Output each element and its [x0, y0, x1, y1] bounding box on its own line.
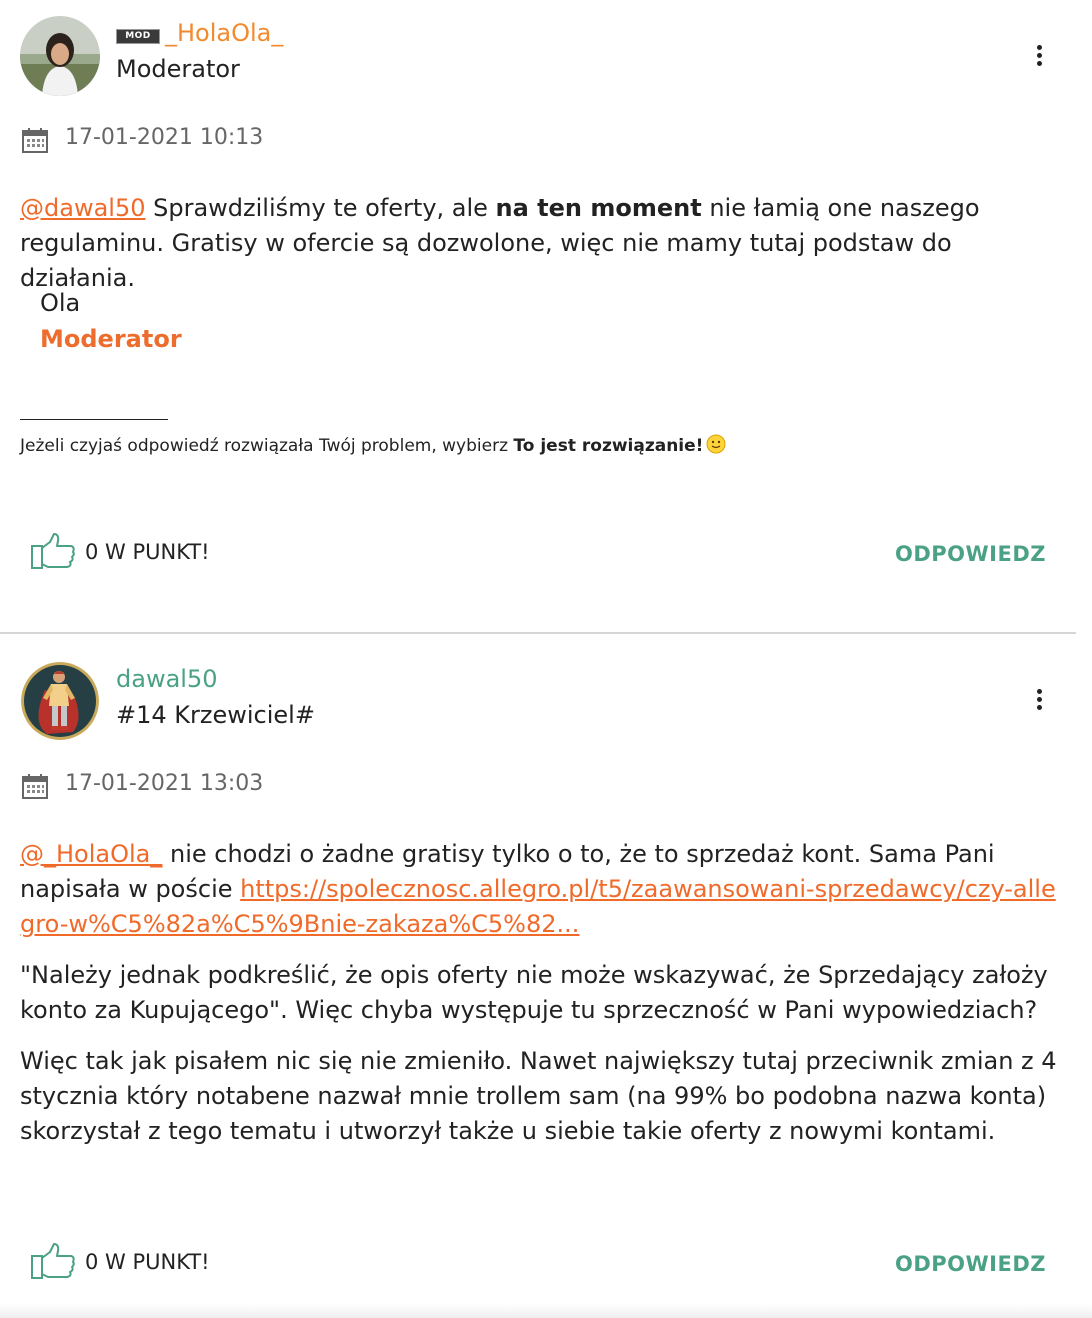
author-rank: Moderator — [116, 55, 240, 83]
post-options-menu[interactable] — [1026, 40, 1052, 70]
author-rank: #14 Krzewiciel# — [116, 701, 315, 729]
thumbs-up-icon — [31, 1243, 75, 1279]
kebab-dot — [1037, 53, 1042, 58]
kudos-count-label: 0 W PUNKT! — [85, 1250, 210, 1274]
calendar-icon — [22, 128, 48, 153]
post-paragraph: Więc tak jak pisałem nic się nie zmienił… — [20, 1047, 1057, 1145]
reply-button[interactable]: ODPOWIEDZ — [895, 540, 1046, 568]
footnote-bold-text: To jest rozwiązanie! — [513, 436, 704, 456]
kebab-dot — [1037, 61, 1042, 66]
kebab-dot — [1037, 705, 1042, 710]
avatar[interactable] — [20, 16, 100, 96]
signature-footnote: Jeżeli czyjaś odpowiedź rozwiązała Twój … — [20, 433, 726, 459]
post-body: @_HolaOla_ nie chodzi o żadne gratisy ty… — [20, 837, 1065, 1149]
signature-divider — [20, 419, 168, 420]
kebab-dot — [1037, 45, 1042, 50]
kudos-count-label: 0 W PUNKT! — [85, 540, 210, 564]
moderator-badge: MOD — [116, 29, 160, 44]
smiley-icon — [706, 434, 726, 454]
footnote-text: Jeżeli czyjaś odpowiedź rozwiązała Twój … — [20, 436, 514, 456]
reply-button[interactable]: ODPOWIEDZ — [895, 1250, 1046, 1278]
page-bottom-fade — [0, 1304, 1092, 1318]
post-paragraph: @_HolaOla_ nie chodzi o żadne gratisy ty… — [20, 837, 1065, 942]
signature: Ola Moderator — [40, 285, 182, 357]
post-holaola: MOD _HolaOla_ Moderator 17-01-2021 10:13… — [0, 0, 1076, 634]
post-date-text: 17-01-2021 10:13 — [65, 125, 264, 150]
post-options-menu[interactable] — [1026, 684, 1052, 714]
post-body: @dawal50 Sprawdziliśmy te oferty, ale na… — [20, 191, 1065, 296]
post-date-text: 17-01-2021 13:03 — [65, 771, 264, 796]
body-bold-text: na ten moment — [495, 194, 702, 222]
avatar-photo — [20, 16, 100, 96]
thumbs-up-icon — [31, 533, 75, 569]
avatar-superhero — [21, 662, 99, 740]
post-paragraph: "Należy jednak podkreślić, że opis ofert… — [20, 961, 1048, 1024]
body-text: Sprawdziliśmy te oferty, ale — [145, 194, 496, 222]
kebab-dot — [1037, 689, 1042, 694]
calendar-icon — [22, 774, 48, 799]
kebab-dot — [1037, 697, 1042, 702]
post-paragraph: @dawal50 Sprawdziliśmy te oferty, ale na… — [20, 191, 1065, 296]
signature-name: Ola — [40, 289, 81, 317]
post-dawal50: dawal50 #14 Krzewiciel# 17-01-2021 13:03… — [0, 634, 1076, 1318]
signature-role: Moderator — [40, 325, 182, 353]
author-username[interactable]: _HolaOla_ — [165, 18, 283, 48]
avatar[interactable] — [21, 662, 99, 740]
author-username[interactable]: dawal50 — [116, 664, 217, 694]
user-mention-link[interactable]: @dawal50 — [20, 194, 145, 222]
user-mention-link[interactable]: @_HolaOla_ — [20, 840, 162, 868]
